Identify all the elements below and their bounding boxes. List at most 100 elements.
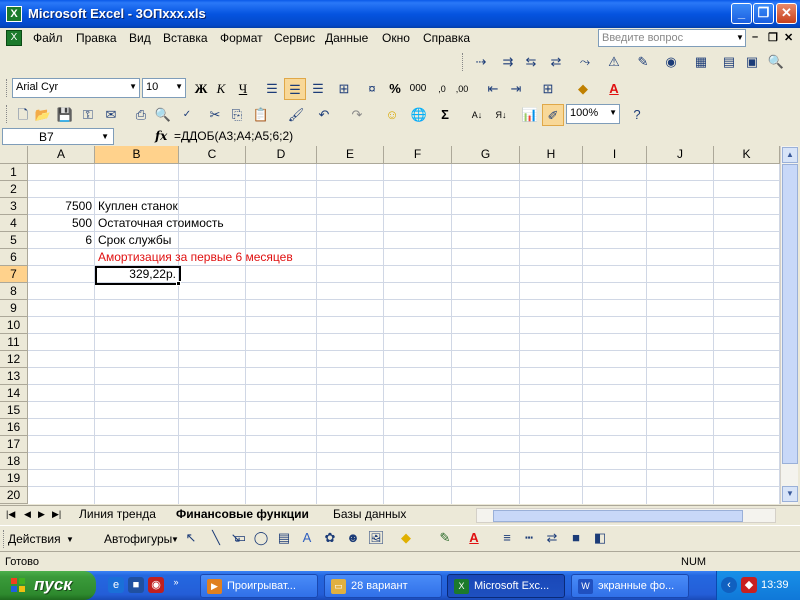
thousands-icon[interactable]: 000 <box>407 78 429 100</box>
column-header-a[interactable]: A <box>28 146 95 164</box>
chevron-down-icon[interactable]: ▼ <box>736 33 744 42</box>
bold-button[interactable]: Ж <box>190 78 212 100</box>
last-sheet-icon[interactable]: ▶| <box>52 509 61 520</box>
task-word[interactable]: W экранные фо... <box>571 574 689 598</box>
horizontal-scroll-thumb[interactable] <box>493 510 743 522</box>
clipart-icon[interactable]: ☻ <box>342 527 364 549</box>
sort-ascending-icon[interactable]: A↓ <box>466 104 488 126</box>
select-all-corner[interactable] <box>0 146 28 164</box>
column-header-g[interactable]: G <box>452 146 520 164</box>
doc-close-icon[interactable]: ✕ <box>784 31 793 44</box>
menu-view[interactable]: Вид <box>129 31 151 45</box>
row-header-4[interactable]: 4 <box>0 215 28 232</box>
column-header-j[interactable]: J <box>647 146 714 164</box>
fill-color-icon[interactable]: ◆ <box>395 527 417 549</box>
column-header-c[interactable]: C <box>179 146 246 164</box>
line-style-icon[interactable]: ≡ <box>496 527 518 549</box>
redo-icon[interactable]: ↷ <box>346 104 368 126</box>
cut-icon[interactable]: ✂ <box>204 104 226 126</box>
new-comment-icon[interactable]: ✎ <box>632 51 654 73</box>
ie-icon[interactable]: e <box>108 577 124 593</box>
print-preview-icon[interactable]: 🔍 <box>152 104 174 126</box>
font-color-icon[interactable]: A <box>603 78 625 100</box>
remove-all-arrows-icon[interactable]: ⤳ <box>574 51 596 73</box>
quicklaunch-icon[interactable]: ◉ <box>148 577 164 593</box>
currency-icon[interactable]: ¤ <box>361 78 383 100</box>
decrease-indent-icon[interactable]: ⇤ <box>482 78 504 100</box>
tab-financial-functions[interactable]: Финансовые функции <box>176 507 309 521</box>
watch-window-icon[interactable]: ▤ <box>718 51 740 73</box>
task-excel[interactable]: X Microsoft Exc... <box>447 574 565 598</box>
autoshapes-menu[interactable]: Автофигуры <box>104 532 172 546</box>
row-header-5[interactable]: 5 <box>0 232 28 249</box>
start-button[interactable]: пуск <box>0 571 96 600</box>
arrow-style-icon[interactable]: ⇄ <box>541 527 563 549</box>
first-sheet-icon[interactable]: |◀ <box>6 509 15 520</box>
sort-descending-icon[interactable]: Я↓ <box>490 104 512 126</box>
fill-color-icon[interactable]: ◆ <box>572 78 594 100</box>
column-header-e[interactable]: E <box>317 146 384 164</box>
toolbar-grip[interactable] <box>3 530 6 548</box>
minimize-button[interactable]: _ <box>731 3 752 24</box>
actions-menu[interactable]: Действия <box>8 532 61 546</box>
smiley-icon[interactable]: ☺ <box>381 104 403 126</box>
media-icon[interactable]: ■ <box>128 577 144 593</box>
text-box-icon[interactable]: ▤ <box>273 527 295 549</box>
align-right-icon[interactable]: ☰ <box>307 78 329 100</box>
row-header-17[interactable]: 17 <box>0 436 28 453</box>
close-button[interactable]: ✕ <box>776 3 797 24</box>
menu-insert[interactable]: Вставка <box>163 31 208 45</box>
3d-style-icon[interactable]: ◧ <box>589 527 611 549</box>
cell-b5[interactable]: Срок службы <box>98 232 171 249</box>
menu-format[interactable]: Формат <box>220 31 263 45</box>
copy-icon[interactable]: ⎘ <box>226 104 248 126</box>
task-folder[interactable]: ▭ 28 вариант <box>324 574 442 598</box>
circle-invalid-icon[interactable]: ◉ <box>660 51 682 73</box>
column-header-i[interactable]: I <box>583 146 647 164</box>
oval-icon[interactable]: ◯ <box>250 527 272 549</box>
new-document-icon[interactable]: 🗋 <box>12 104 34 126</box>
menu-window[interactable]: Окно <box>382 31 410 45</box>
help-icon[interactable]: ? <box>626 104 648 126</box>
menu-tools[interactable]: Сервис <box>274 31 315 45</box>
scroll-down-icon[interactable]: ▼ <box>782 486 798 502</box>
cell-a5[interactable]: 6 <box>28 232 92 249</box>
trace-error-icon[interactable]: ⚠ <box>603 51 625 73</box>
decrease-decimal-icon[interactable]: ,00 <box>451 78 473 100</box>
row-header-19[interactable]: 19 <box>0 470 28 487</box>
toolbar-grip[interactable] <box>462 53 465 71</box>
column-header-b[interactable]: B <box>95 146 179 164</box>
excel-app-icon[interactable]: X <box>6 6 22 22</box>
undo-icon[interactable]: ↶ <box>313 104 335 126</box>
cell-b4[interactable]: Остаточная стоимость <box>98 215 224 232</box>
tray-expand-icon[interactable]: ‹ <box>721 577 737 593</box>
autosum-icon[interactable]: Σ <box>434 104 456 126</box>
column-header-k[interactable]: K <box>714 146 780 164</box>
doc-restore-icon[interactable]: ❐ <box>768 31 778 44</box>
row-header-13[interactable]: 13 <box>0 368 28 385</box>
chart-wizard-icon[interactable]: 📊 <box>519 104 541 126</box>
font-size-select[interactable]: 10 ▼ <box>142 78 186 98</box>
row-header-2[interactable]: 2 <box>0 181 28 198</box>
row-header-12[interactable]: 12 <box>0 351 28 368</box>
percent-icon[interactable]: % <box>384 78 406 100</box>
zoom-magnifier-icon[interactable]: 🔍 <box>765 51 787 73</box>
row-header-6[interactable]: 6 <box>0 249 28 266</box>
formula-input[interactable]: =ДДОБ(A3;A4;A5;6;2) <box>174 129 293 143</box>
row-header-1[interactable]: 1 <box>0 164 28 181</box>
tab-trend-line[interactable]: Линия тренда <box>79 507 156 521</box>
underline-button[interactable]: Ч <box>232 78 254 100</box>
menu-help[interactable]: Справка <box>423 31 470 45</box>
ask-question-input[interactable]: Введите вопрос <box>598 29 746 47</box>
hyperlink-icon[interactable]: 🌐 <box>408 104 430 126</box>
menu-data[interactable]: Данные <box>325 31 368 45</box>
row-header-18[interactable]: 18 <box>0 453 28 470</box>
toolbar-grip[interactable] <box>6 79 9 97</box>
menu-file[interactable]: Файл <box>33 31 63 45</box>
rectangle-shape-icon[interactable]: ▭ <box>229 527 251 549</box>
zoom-select[interactable]: 100% ▼ <box>566 104 620 124</box>
font-name-select[interactable]: Arial Cyr ▼ <box>12 78 140 98</box>
row-header-16[interactable]: 16 <box>0 419 28 436</box>
fill-handle[interactable] <box>176 281 181 286</box>
task-media-player[interactable]: ▶ Проигрыват... <box>200 574 318 598</box>
